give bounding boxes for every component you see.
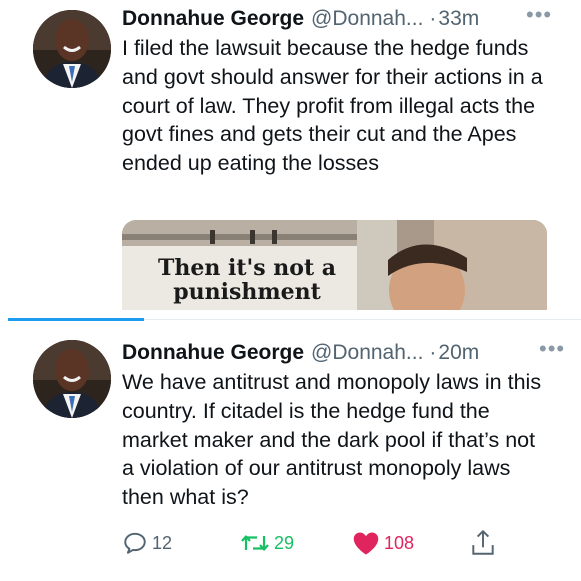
more-icon[interactable]: ••• <box>539 336 565 362</box>
tweet-2[interactable]: Donnahue George @Donnah... · 20m ••• We … <box>0 322 581 581</box>
retweet-button[interactable]: 29 <box>240 528 294 558</box>
tweet-text: We have antitrust and monopoly laws in t… <box>122 370 542 510</box>
retweet-count: 29 <box>274 532 295 553</box>
author-name[interactable]: Donnahue George <box>122 341 304 365</box>
tweet-media[interactable]: Then it's not a punishment <box>122 220 547 310</box>
media-caption: Then it's not a punishment <box>157 255 337 305</box>
share-button[interactable] <box>470 528 496 558</box>
tweet-actions: 12 29 108 <box>122 528 522 558</box>
separator-dot: · <box>429 7 437 30</box>
avatar[interactable] <box>33 10 111 88</box>
reply-count: 12 <box>152 532 173 553</box>
share-icon <box>472 530 494 555</box>
tweet-header: Donnahue George @Donnah... · 33m <box>122 6 479 32</box>
like-button[interactable]: 108 <box>352 528 414 558</box>
timestamp[interactable]: 33m <box>438 7 479 31</box>
author-handle[interactable]: @Donnah... <box>311 341 423 365</box>
tweet-text: I filed the lawsuit because the hedge fu… <box>122 36 543 176</box>
author-handle[interactable]: @Donnah... <box>311 7 423 31</box>
tweet-header: Donnahue George @Donnah... · 20m <box>122 340 479 366</box>
retweet-icon <box>241 535 269 551</box>
heart-icon <box>353 532 379 555</box>
like-count: 108 <box>384 532 415 553</box>
tweet-1[interactable]: Donnahue George @Donnah... · 33m ••• I f… <box>0 0 581 310</box>
thread-separator-accent <box>8 318 144 321</box>
timestamp[interactable]: 20m <box>438 341 479 365</box>
author-name[interactable]: Donnahue George <box>122 7 304 31</box>
separator-dot: · <box>429 341 437 364</box>
reply-icon <box>124 532 146 554</box>
reply-button[interactable]: 12 <box>122 528 172 558</box>
avatar[interactable] <box>33 340 111 418</box>
thread-separator <box>144 319 581 320</box>
more-icon[interactable]: ••• <box>526 2 552 28</box>
avatar-photo <box>33 10 111 88</box>
avatar-photo <box>33 340 111 418</box>
